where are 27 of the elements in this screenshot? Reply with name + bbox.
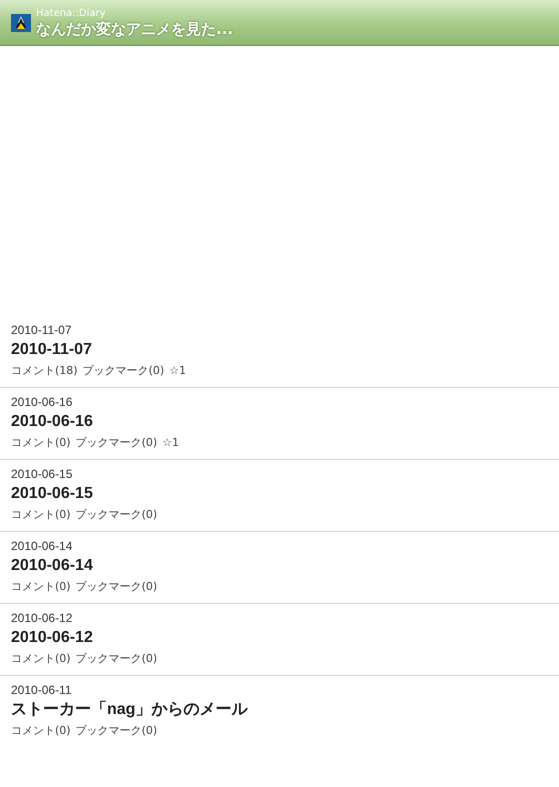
entry-date: 2010-11-07 (11, 322, 72, 339)
star-count: ☆1 (162, 435, 180, 451)
comments-link[interactable]: コメント(0) (11, 577, 71, 597)
entry-date: 2010-06-12 (11, 610, 74, 627)
entry-date: 2010-06-15 (11, 466, 74, 483)
comments-link[interactable]: コメント(0) (11, 505, 71, 525)
bookmarks-link[interactable]: ブックマーク(0) (76, 505, 158, 525)
bookmarks-link[interactable]: ブックマーク(0) (76, 649, 158, 669)
entry-title[interactable]: 2010-11-07 (11, 339, 548, 361)
comments-link[interactable]: コメント(0) (11, 721, 71, 741)
logo-icon (11, 14, 31, 32)
bookmarks-link[interactable]: ブックマーク(0) (82, 361, 164, 381)
bookmarks-link[interactable]: ブックマーク(0) (76, 577, 158, 597)
bookmarks-link[interactable]: ブックマーク(0) (76, 721, 158, 741)
entry-date: 2010-06-11 (11, 682, 72, 699)
comments-link[interactable]: コメント(0) (11, 649, 71, 669)
entry-title[interactable]: 2010-06-16 (11, 411, 548, 433)
entry-title[interactable]: ストーカー「nag」からのメール (11, 699, 548, 721)
comments-link[interactable]: コメント(0) (11, 433, 71, 453)
entry-date: 2010-06-16 (11, 394, 74, 411)
entry-title[interactable]: 2010-06-15 (11, 483, 548, 505)
star-count: ☆1 (169, 363, 186, 379)
entry-title[interactable]: 2010-06-12 (11, 627, 548, 649)
comments-link[interactable]: コメント(18) (11, 361, 78, 381)
entry-title[interactable]: 2010-06-14 (11, 555, 548, 577)
entry-date: 2010-06-14 (11, 538, 74, 555)
bookmarks-link[interactable]: ブックマーク(0) (76, 433, 158, 453)
